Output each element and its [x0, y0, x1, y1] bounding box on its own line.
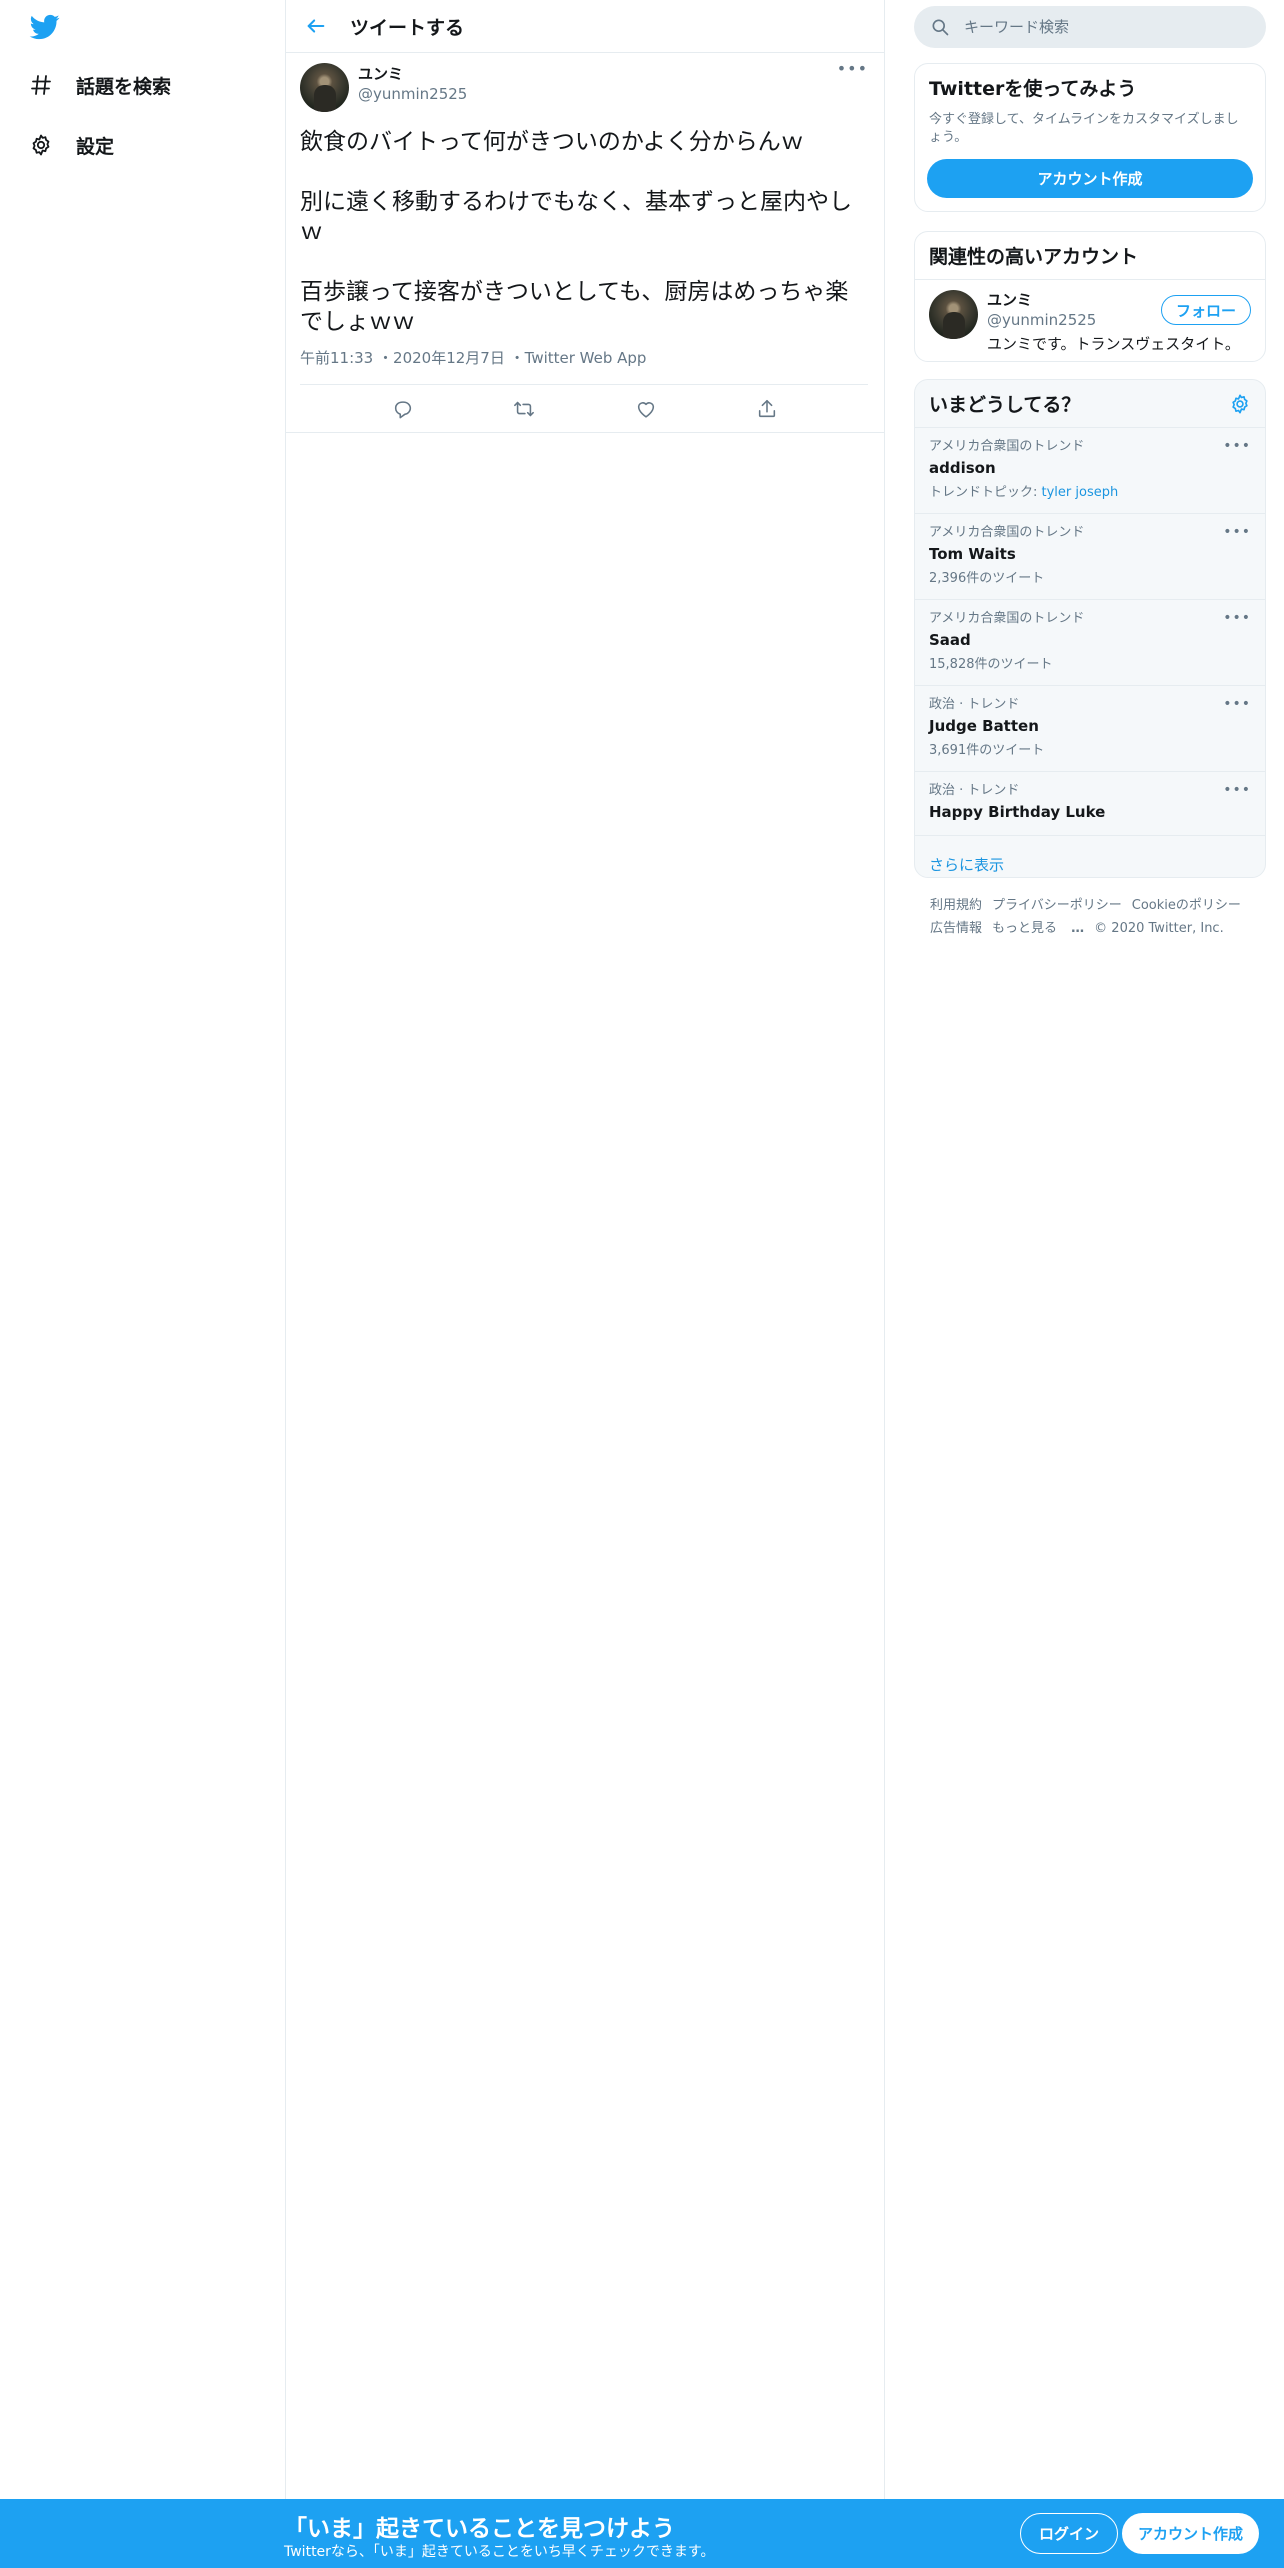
- more-options-icon[interactable]: •••: [1223, 438, 1251, 454]
- back-button[interactable]: [296, 6, 336, 46]
- heart-icon: [637, 401, 654, 418]
- signup-button[interactable]: アカウント作成: [1122, 2513, 1260, 2554]
- trend-item[interactable]: アメリカ合衆国のトレンド addison トレンドトピック: tyler jos…: [915, 428, 1265, 514]
- tweet-text: 飲食のバイトって何がきついのかよく分からんｗ 別に遠く移動するわけでもなく、基本…: [300, 127, 868, 337]
- like-button[interactable]: [628, 391, 664, 427]
- author-name: ユンミ: [358, 65, 404, 83]
- share-icon: [759, 399, 776, 417]
- create-account-button[interactable]: アカウント作成: [927, 159, 1253, 198]
- nav-explore-label: 話題を検索: [76, 75, 172, 98]
- trend-topic: トレンドトピック: tyler joseph: [929, 484, 1251, 502]
- reply-button[interactable]: [385, 391, 421, 427]
- related-account[interactable]: ユンミ @yunmin2525 ユンミです。トランスヴェスタイト。 フォロー: [915, 279, 1265, 361]
- more-options-icon[interactable]: •••: [837, 59, 868, 78]
- tweet-source[interactable]: Twitter Web App: [525, 349, 647, 367]
- footer-copyright: © 2020 Twitter, Inc.: [1094, 921, 1224, 936]
- search-icon: [932, 19, 949, 36]
- avatar[interactable]: [300, 63, 349, 112]
- footer-more-label: もっと見る: [992, 921, 1058, 936]
- trend-count: 15,828件のツイート: [929, 657, 1053, 672]
- trend-name: addison: [929, 459, 996, 477]
- tweet-text-line: 別に遠く移動するわけでもなく、基本ずっと屋内やしｗ: [300, 189, 852, 245]
- trend-topic-prefix: トレンドトピック:: [929, 485, 1042, 500]
- nav-settings[interactable]: 設定: [28, 125, 114, 165]
- twitter-bird-icon[interactable]: [28, 12, 62, 42]
- more-options-icon[interactable]: •••: [1223, 524, 1251, 540]
- trend-name: Saad: [929, 631, 971, 649]
- follow-button[interactable]: フォロー: [1160, 295, 1251, 325]
- bottom-bar-title: 「いま」起きていることを見つけよう: [284, 2516, 675, 2542]
- footer-links: 利用規約 プライバシーポリシー Cookieのポリシー 広告情報 もっと見る … © 2…: [930, 894, 1266, 940]
- trend-name: Happy Birthday Luke: [929, 803, 1106, 821]
- meta-separator: ・: [378, 349, 394, 367]
- reply-icon: [394, 400, 411, 418]
- footer-cookie[interactable]: Cookieのポリシー: [1132, 898, 1241, 913]
- more-options-icon[interactable]: •••: [1223, 782, 1251, 798]
- trend-category: アメリカ合衆国のトレンド: [929, 439, 1085, 454]
- main-header: ツイートする: [286, 0, 884, 53]
- footer-privacy[interactable]: プライバシーポリシー: [992, 898, 1122, 913]
- retweet-button[interactable]: [506, 391, 542, 427]
- trend-name: Judge Batten: [929, 717, 1039, 735]
- tweet-text-line: 百歩譲って接客がきついとしても、厨房はめっちゃ楽でしょｗｗ: [300, 279, 849, 335]
- tweet-detail: ユンミ @yunmin2525 ••• 飲食のバイトって何がきついのかよく分から…: [286, 53, 884, 433]
- signup-subtitle: 今すぐ登録して、タイムラインをカスタマイズしましょう。: [929, 112, 1239, 145]
- trend-item[interactable]: アメリカ合衆国のトレンド Saad 15,828件のツイート •••: [915, 600, 1265, 686]
- gear-icon: [28, 132, 54, 158]
- trend-item[interactable]: アメリカ合衆国のトレンド Tom Waits 2,396件のツイート •••: [915, 514, 1265, 600]
- tweet-author-row: ユンミ @yunmin2525 •••: [300, 59, 868, 117]
- login-button[interactable]: ログイン: [1020, 2513, 1119, 2554]
- trends-header: いまどうしてる？: [915, 380, 1265, 428]
- nav-explore[interactable]: 話題を検索: [28, 65, 171, 105]
- trend-name: Tom Waits: [929, 545, 1016, 563]
- more-dots-icon: …: [1071, 921, 1085, 936]
- hashtag-icon: [28, 72, 54, 98]
- signup-title: Twitterを使ってみよう: [929, 78, 1137, 100]
- trend-count: 3,691件のツイート: [929, 743, 1045, 758]
- footer-ads[interactable]: 広告情報: [930, 921, 982, 936]
- tweet-text-line: 飲食のバイトって何がきついのかよく分からんｗ: [300, 129, 804, 155]
- share-button[interactable]: [749, 391, 785, 427]
- more-options-icon[interactable]: •••: [1223, 696, 1251, 712]
- bottom-signup-bar: 「いま」起きていることを見つけよう Twitterなら、「いま」起きていることを…: [0, 2499, 1284, 2568]
- search-input[interactable]: [964, 18, 1244, 36]
- avatar[interactable]: [929, 290, 978, 339]
- show-more-link[interactable]: さらに表示: [915, 836, 1265, 877]
- main-column: ツイートする ユンミ @yunmin2525 ••• 飲食のバイトって何がきつい…: [286, 0, 885, 2568]
- related-accounts-panel: 関連性の高いアカウント ユンミ @yunmin2525 ユンミです。トランスヴェ…: [914, 231, 1266, 362]
- left-navigation: 話題を検索 設定: [0, 0, 286, 2568]
- bottom-bar-subtitle: Twitterなら、「いま」起きていることをいち早くチェックできます。: [284, 2544, 715, 2560]
- trend-category: 政治 · トレンド: [929, 697, 1020, 712]
- trends-title: いまどうしてる？: [929, 394, 1081, 416]
- trend-count: 2,396件のツイート: [929, 571, 1045, 586]
- tweet-meta: 午前11:33 ・2020年12月7日 ・Twitter Web App: [300, 347, 868, 385]
- arrow-left-icon: [307, 19, 325, 33]
- related-account-bio: ユンミです。トランスヴェスタイト。: [987, 335, 1240, 353]
- tweet-author[interactable]: ユンミ @yunmin2525: [358, 65, 467, 104]
- more-options-icon[interactable]: •••: [1223, 610, 1251, 626]
- footer-terms[interactable]: 利用規約: [930, 898, 982, 913]
- trend-item[interactable]: 政治 · トレンド Happy Birthday Luke •••: [915, 772, 1265, 836]
- trend-category: アメリカ合衆国のトレンド: [929, 525, 1085, 540]
- nav-settings-label: 設定: [76, 135, 115, 158]
- trend-topic-link[interactable]: tyler joseph: [1042, 485, 1119, 500]
- related-title: 関連性の高いアカウント: [929, 246, 1139, 268]
- footer-more[interactable]: もっと見る …: [992, 921, 1084, 936]
- trend-item[interactable]: 政治 · トレンド Judge Batten 3,691件のツイート •••: [915, 686, 1265, 772]
- search-bar[interactable]: [914, 6, 1266, 48]
- page-title: ツイートする: [350, 16, 465, 39]
- trend-category: 政治 · トレンド: [929, 783, 1020, 798]
- retweet-icon: [514, 401, 535, 416]
- signup-panel: Twitterを使ってみよう 今すぐ登録して、タイムラインをカスタマイズしましょ…: [914, 63, 1266, 212]
- tweet-date[interactable]: 2020年12月7日: [393, 349, 505, 367]
- trend-category: アメリカ合衆国のトレンド: [929, 611, 1085, 626]
- author-handle: @yunmin2525: [358, 85, 468, 103]
- tweet-time[interactable]: 午前11:33: [300, 349, 373, 367]
- meta-separator: ・: [509, 349, 525, 367]
- trends-panel: いまどうしてる？ アメリカ合衆国のトレンド addison トレンドトピック: …: [914, 379, 1266, 878]
- gear-icon[interactable]: [1229, 393, 1251, 415]
- tweet-actions: [286, 385, 884, 433]
